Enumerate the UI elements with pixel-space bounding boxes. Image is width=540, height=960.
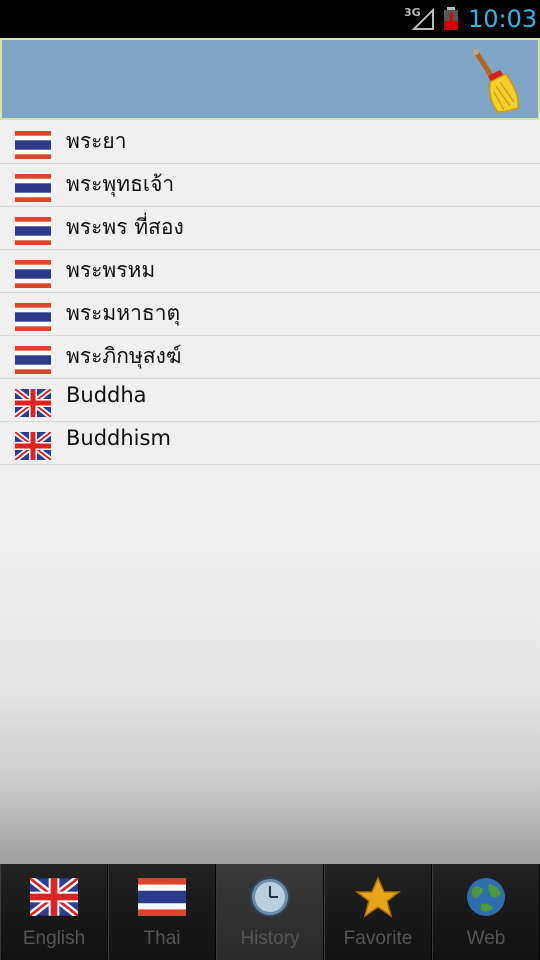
tab-web[interactable]: Web bbox=[432, 864, 540, 960]
history-item[interactable]: พระมหาธาตุ bbox=[0, 293, 540, 336]
tab-label: Favorite bbox=[343, 928, 413, 949]
history-item[interactable]: พระพุทธเจ้า bbox=[0, 164, 540, 207]
signal-icon bbox=[412, 8, 434, 30]
tab-thai[interactable]: Thai bbox=[108, 864, 216, 960]
history-item-label: พระพร ที่สอง bbox=[66, 215, 184, 239]
thai-flag-icon bbox=[15, 303, 51, 331]
history-list: พระยาพระพุทธเจ้าพระพร ที่สองพระพรหมพระมห… bbox=[0, 121, 540, 465]
history-item[interactable]: พระพรหม bbox=[0, 250, 540, 293]
history-item[interactable]: พระยา bbox=[0, 121, 540, 164]
tab-label: Thai bbox=[143, 928, 181, 949]
star-icon bbox=[353, 876, 403, 918]
tab-english[interactable]: English bbox=[0, 864, 108, 960]
header-panel bbox=[0, 38, 540, 120]
history-item[interactable]: พระพร ที่สอง bbox=[0, 207, 540, 250]
history-item-label: Buddha bbox=[66, 383, 147, 407]
thai-flag-icon bbox=[15, 174, 51, 202]
uk-flag-icon bbox=[13, 386, 53, 420]
status-bar: 3G 10:03 bbox=[0, 0, 540, 38]
history-item-label: พระพรหม bbox=[66, 258, 156, 282]
thai-flag-icon bbox=[15, 260, 51, 288]
clock: 10:03 bbox=[468, 5, 538, 33]
thai-flag-icon bbox=[15, 346, 51, 374]
history-item[interactable]: Buddha bbox=[0, 379, 540, 422]
thai-flag-icon bbox=[15, 217, 51, 245]
history-item[interactable]: พระภิกษุสงฆ์ bbox=[0, 336, 540, 379]
globe-icon bbox=[461, 876, 511, 918]
battery-alert-icon bbox=[444, 7, 458, 30]
history-item-label: พระภิกษุสงฆ์ bbox=[66, 344, 182, 368]
bottom-tab-bar: English Thai History Favorite Web bbox=[0, 864, 540, 960]
history-item-label: พระพุทธเจ้า bbox=[66, 172, 175, 196]
history-item-label: Buddhism bbox=[66, 426, 171, 450]
tab-label: English bbox=[22, 928, 86, 949]
clock-icon bbox=[245, 876, 295, 918]
tab-label: Web bbox=[466, 928, 506, 949]
history-item-label: พระยา bbox=[66, 129, 127, 153]
tab-label: History bbox=[240, 928, 300, 949]
history-item-label: พระมหาธาตุ bbox=[66, 301, 181, 325]
tab-favorite[interactable]: Favorite bbox=[324, 864, 432, 960]
clear-history-broom-icon[interactable] bbox=[466, 46, 524, 116]
history-item[interactable]: Buddhism bbox=[0, 422, 540, 465]
uk-flag-icon bbox=[29, 876, 79, 918]
thai-flag-icon bbox=[15, 131, 51, 159]
uk-flag-icon bbox=[13, 429, 53, 463]
tab-history[interactable]: History bbox=[216, 864, 324, 960]
thai-flag-icon bbox=[137, 876, 187, 918]
